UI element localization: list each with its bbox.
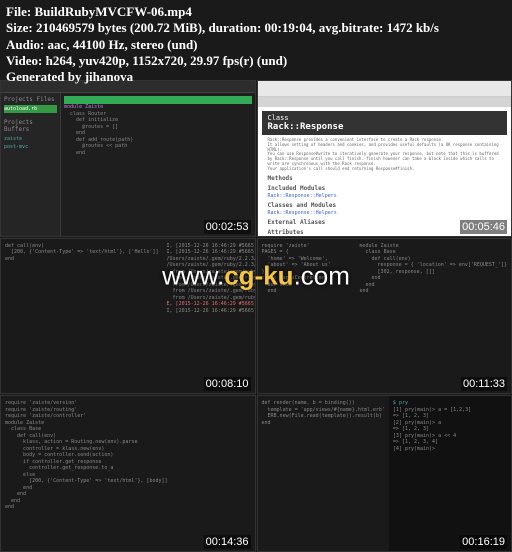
thumb-3: def call(env) [200, {'Content-Type' => '… — [0, 238, 256, 395]
pry-terminal[interactable]: $ pry [1] pry(main)> a = [1,2,3] => [1, … — [389, 396, 511, 551]
doc-page[interactable]: Class Rack::Response Rack::Response prov… — [258, 107, 512, 236]
tab-bar — [64, 96, 252, 104]
timestamp: 00:05:46 — [460, 220, 507, 234]
thumb-4: require 'zaiste' PAGES = { 'home' => 'We… — [257, 238, 512, 395]
code-editor[interactable]: require 'zaiste/version' require 'zaiste… — [1, 396, 255, 551]
timestamp: 00:16:19 — [460, 535, 507, 549]
code-left[interactable]: require 'zaiste' PAGES = { 'home' => 'We… — [258, 239, 356, 394]
thumb-1: Projects Files autoload.rb Projects Buff… — [0, 80, 256, 237]
editor-sidebar: Projects Files autoload.rb Projects Buff… — [1, 93, 61, 236]
thumbnail-grid: Projects Files autoload.rb Projects Buff… — [0, 80, 512, 552]
size-line: Size: 210469579 bytes (200.72 MiB), dura… — [6, 20, 506, 36]
doc-header: Class Rack::Response — [262, 111, 508, 135]
sidebar-buffer-item[interactable]: zaiste — [4, 135, 57, 143]
audio-line: Audio: aac, 44100 Hz, stereo (und) — [6, 37, 506, 53]
browser-window: Class Rack::Response Rack::Response prov… — [258, 81, 512, 236]
thumb-5: require 'zaiste/version' require 'zaiste… — [0, 395, 256, 552]
generated-line: Generated by jihanova — [6, 69, 506, 85]
video-line: Video: h264, yuv420p, 1152x720, 29.97 fp… — [6, 53, 506, 69]
terminal-left[interactable]: def call(env) [200, {'Content-Type' => '… — [1, 239, 163, 394]
timestamp: 00:02:53 — [204, 220, 251, 234]
doc-link[interactable]: Rack::Response::Helpers — [268, 210, 502, 216]
timestamp: 00:14:36 — [204, 535, 251, 549]
sidebar-section-files: Projects Files — [4, 96, 57, 103]
browser-tabs — [258, 97, 512, 107]
doc-link[interactable]: Rack::Response::Helpers — [268, 193, 502, 199]
timestamp: 00:08:10 — [204, 377, 251, 391]
terminal-log[interactable]: I, [2015-12-26 16:46:29 #5665] INFO -- :… — [163, 239, 256, 394]
timestamp: 00:11:33 — [461, 377, 507, 391]
doc-methods-heading: Methods — [268, 175, 502, 182]
sidebar-buffer-item[interactable]: post-mvc — [4, 143, 57, 151]
thumb-6: def render(name, b = binding()) template… — [257, 395, 512, 552]
doc-classes-heading: Classes and Modules — [268, 202, 502, 209]
sidebar-section-buffers: Projects Buffers — [4, 119, 57, 133]
code-right[interactable]: module Zaiste class Base def call(env) r… — [355, 239, 511, 394]
doc-modules-heading: Included Modules — [268, 185, 502, 192]
file-info-header: File: BuildRubyMVCFW-06.mp4 Size: 210469… — [0, 0, 512, 89]
code-left[interactable]: def render(name, b = binding()) template… — [258, 396, 389, 551]
file-line: File: BuildRubyMVCFW-06.mp4 — [6, 4, 506, 20]
code-editor[interactable]: module Zaiste class Router def initializ… — [61, 93, 255, 236]
sidebar-file-item[interactable]: autoload.rb — [4, 105, 57, 113]
thumb-2: Class Rack::Response Rack::Response prov… — [257, 80, 512, 237]
